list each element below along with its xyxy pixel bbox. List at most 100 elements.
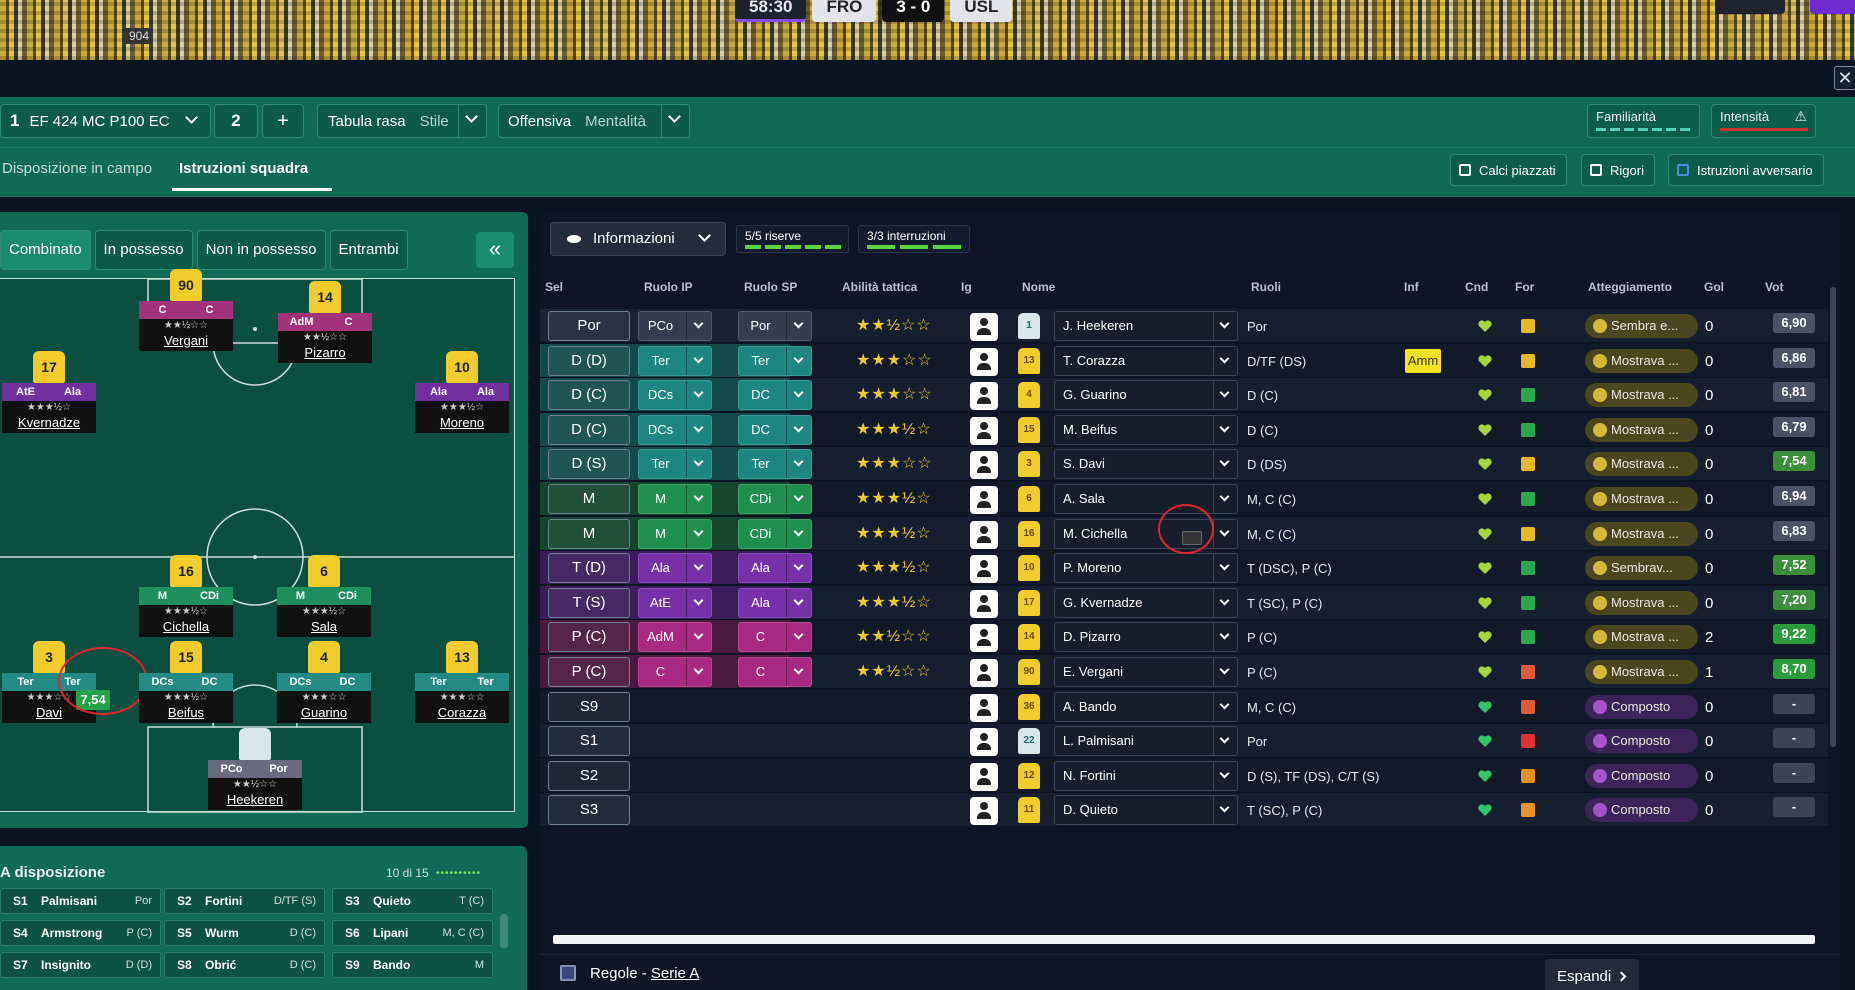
player-profile-icon[interactable] [970,728,998,757]
player-name-select[interactable]: M. Beifus [1054,414,1238,445]
bench-scrollbar[interactable] [500,914,508,948]
attitude-badge[interactable]: Composto [1585,798,1698,823]
tab-combinato[interactable]: Combinato [0,230,91,270]
pitch-player[interactable]: 15 DCs DC ★★★½☆ Beifus [139,641,233,723]
role-sp-select[interactable]: Ter [738,345,812,376]
header-vot[interactable]: Vot [1765,280,1783,294]
role-sp-select[interactable]: CDi [738,484,812,514]
role-ip-select[interactable]: AdM [638,622,712,653]
tab-in-possesso[interactable]: In possesso [94,230,193,270]
pitch-player[interactable]: 13 Ter Ter ★★★☆☆ Corazza [415,641,509,723]
role-ip-select[interactable]: M [638,484,712,514]
player-profile-icon[interactable] [970,451,998,480]
player-profile-icon[interactable] [970,693,998,722]
table-row[interactable]: D (D) Ter Ter ★★★☆☆ 13 T. Corazza D/TF (DS) Amm… [540,343,1828,378]
vertical-scrollbar[interactable] [1830,287,1836,747]
tab-non-in-possesso[interactable]: Non in possesso [196,230,326,270]
table-row[interactable]: P (C) C C ★★½☆☆ 90 E. Vergani P (C) Mostrava ..… [540,655,1828,689]
tab-entrambi[interactable]: Entrambi [329,230,408,270]
continue-button[interactable] [1810,0,1855,14]
table-row[interactable]: D (C) DCs DC ★★★½☆ 15 M. Beifus D (C) Mostrava … [540,412,1828,447]
bench-player[interactable]: S1 Palmisani Por [0,888,161,914]
role-ip-select[interactable]: DCs [638,414,712,445]
bench-player[interactable]: S2 Fortini D/TF (S) [164,888,325,914]
attitude-badge[interactable]: Composto [1585,729,1698,754]
top-menu-button[interactable] [1715,0,1785,14]
header-for[interactable]: For [1515,280,1534,294]
pitch-player[interactable]: 4 DCs DC ★★★☆☆ Guarino [277,641,371,723]
player-profile-icon[interactable] [970,762,998,791]
role-sp-select[interactable]: Ala [738,553,812,584]
player-name[interactable]: Sala [277,619,371,637]
opposition-instructions-button[interactable]: Istruzioni avversario [1668,154,1824,186]
bench-player[interactable]: S3 Quieto T (C) [332,888,493,914]
role-sp-select[interactable]: CDi [738,518,812,549]
header-ruoli[interactable]: Ruoli [1251,280,1281,294]
bench-player[interactable]: S4 Armstrong P (C) [0,920,161,946]
bench-player[interactable]: S7 Insignito D (D) [0,952,161,978]
player-name-select[interactable]: E. Vergani [1054,657,1238,687]
player-name-select[interactable]: G. Guarino [1054,380,1238,411]
row-selection[interactable]: M [548,518,630,549]
player-name-select[interactable]: G. Kvernadze [1054,587,1238,618]
add-tactic-button[interactable]: + [262,104,304,138]
row-selection[interactable]: M [548,484,630,514]
player-name-select[interactable]: A. Sala [1054,484,1238,514]
penalties-button[interactable]: Rigori [1581,154,1655,186]
header-atteggiamento[interactable]: Atteggiamento [1588,280,1672,294]
role-ip-select[interactable]: PCo [638,311,712,341]
player-profile-icon[interactable] [970,624,998,653]
style-select[interactable]: Tabula rasa Stile [317,104,487,138]
tactic-slot-2[interactable]: 2 [214,104,258,138]
row-selection[interactable]: S2 [548,760,630,791]
row-selection[interactable]: T (S) [548,587,630,618]
row-selection[interactable]: S9 [548,691,630,722]
attitude-badge[interactable]: Sembra e... [1585,314,1698,338]
player-name-select[interactable]: L. Palmisani [1054,726,1238,757]
table-row[interactable]: D (C) DCs DC ★★★☆☆ 4 G. Guarino D (C) Mostrava … [540,378,1828,413]
header-ruolo-sp[interactable]: Ruolo SP [744,280,797,294]
player-profile-icon[interactable] [970,347,998,376]
table-row[interactable]: Por PCo Por ★★½☆☆ 1 J. Heekeren Por Sembra e...… [540,309,1828,343]
bench-player[interactable]: S8 Obrić D (C) [164,952,325,978]
pitch-player[interactable]: 17 AtE Ala ★★★½☆ Kvernadze [2,351,96,433]
player-name-select[interactable]: D. Pizarro [1054,622,1238,653]
pitch-player[interactable]: 90 CC ★★½☆☆ Vergani [139,269,233,351]
expand-button[interactable]: Espandi [1545,959,1639,990]
player-name[interactable]: Corazza [415,705,509,723]
player-profile-icon[interactable] [970,382,998,411]
attitude-badge[interactable]: Mostrava ... [1585,452,1698,477]
row-selection[interactable]: P (C) [548,657,630,687]
role-sp-select[interactable]: Ter [738,449,812,480]
tab-istruzioni-squadra[interactable]: Istruzioni squadra [179,160,308,177]
player-name[interactable]: Cichella [139,619,233,637]
player-profile-icon[interactable] [970,797,998,826]
player-profile-icon[interactable] [970,555,998,584]
role-ip-select[interactable]: Ter [638,449,712,480]
collapse-icon[interactable]: « [476,232,514,268]
mentality-select[interactable]: Offensiva Mentalità [498,104,690,138]
role-ip-select[interactable]: C [638,657,712,687]
player-name[interactable]: Guarino [277,705,371,723]
pitch-player[interactable]: 16 M CDi ★★★½☆ Cichella [139,555,233,637]
row-selection[interactable]: D (D) [548,345,630,376]
header-ruolo-ip[interactable]: Ruolo IP [644,280,693,294]
attitude-badge[interactable]: Mostrava ... [1585,660,1698,684]
tab-disposizione[interactable]: Disposizione in campo [2,160,152,177]
player-name[interactable]: Heekeren [208,792,302,810]
role-sp-select[interactable]: Por [738,311,812,341]
table-row[interactable]: S2 12 N. Fortini D (S), TF (DS), C/T (S) Com… [540,758,1828,793]
row-selection[interactable]: T (D) [548,553,630,584]
row-selection[interactable]: D (C) [548,414,630,445]
table-row[interactable]: D (S) Ter Ter ★★★☆☆ 3 S. Davi D (DS) Mostrava .… [540,447,1828,482]
player-name[interactable]: Pizarro [278,345,372,363]
table-row[interactable]: P (C) AdM C ★★½☆☆ 14 D. Pizarro P (C) Mostrava … [540,620,1828,655]
role-ip-select[interactable]: AtE [638,587,712,618]
pitch-player[interactable]: 14 AdM C ★★½☆☆ Pizarro [278,281,372,363]
attitude-badge[interactable]: Mostrava ... [1585,487,1698,511]
header-sel[interactable]: Sel [545,280,563,294]
attitude-badge[interactable]: Composto [1585,763,1698,788]
player-profile-icon[interactable] [970,659,998,687]
table-row[interactable]: T (D) Ala Ala ★★★½☆ 10 P. Moreno T (DSC), P (C… [540,551,1828,586]
horizontal-scrollbar[interactable] [553,935,1815,944]
